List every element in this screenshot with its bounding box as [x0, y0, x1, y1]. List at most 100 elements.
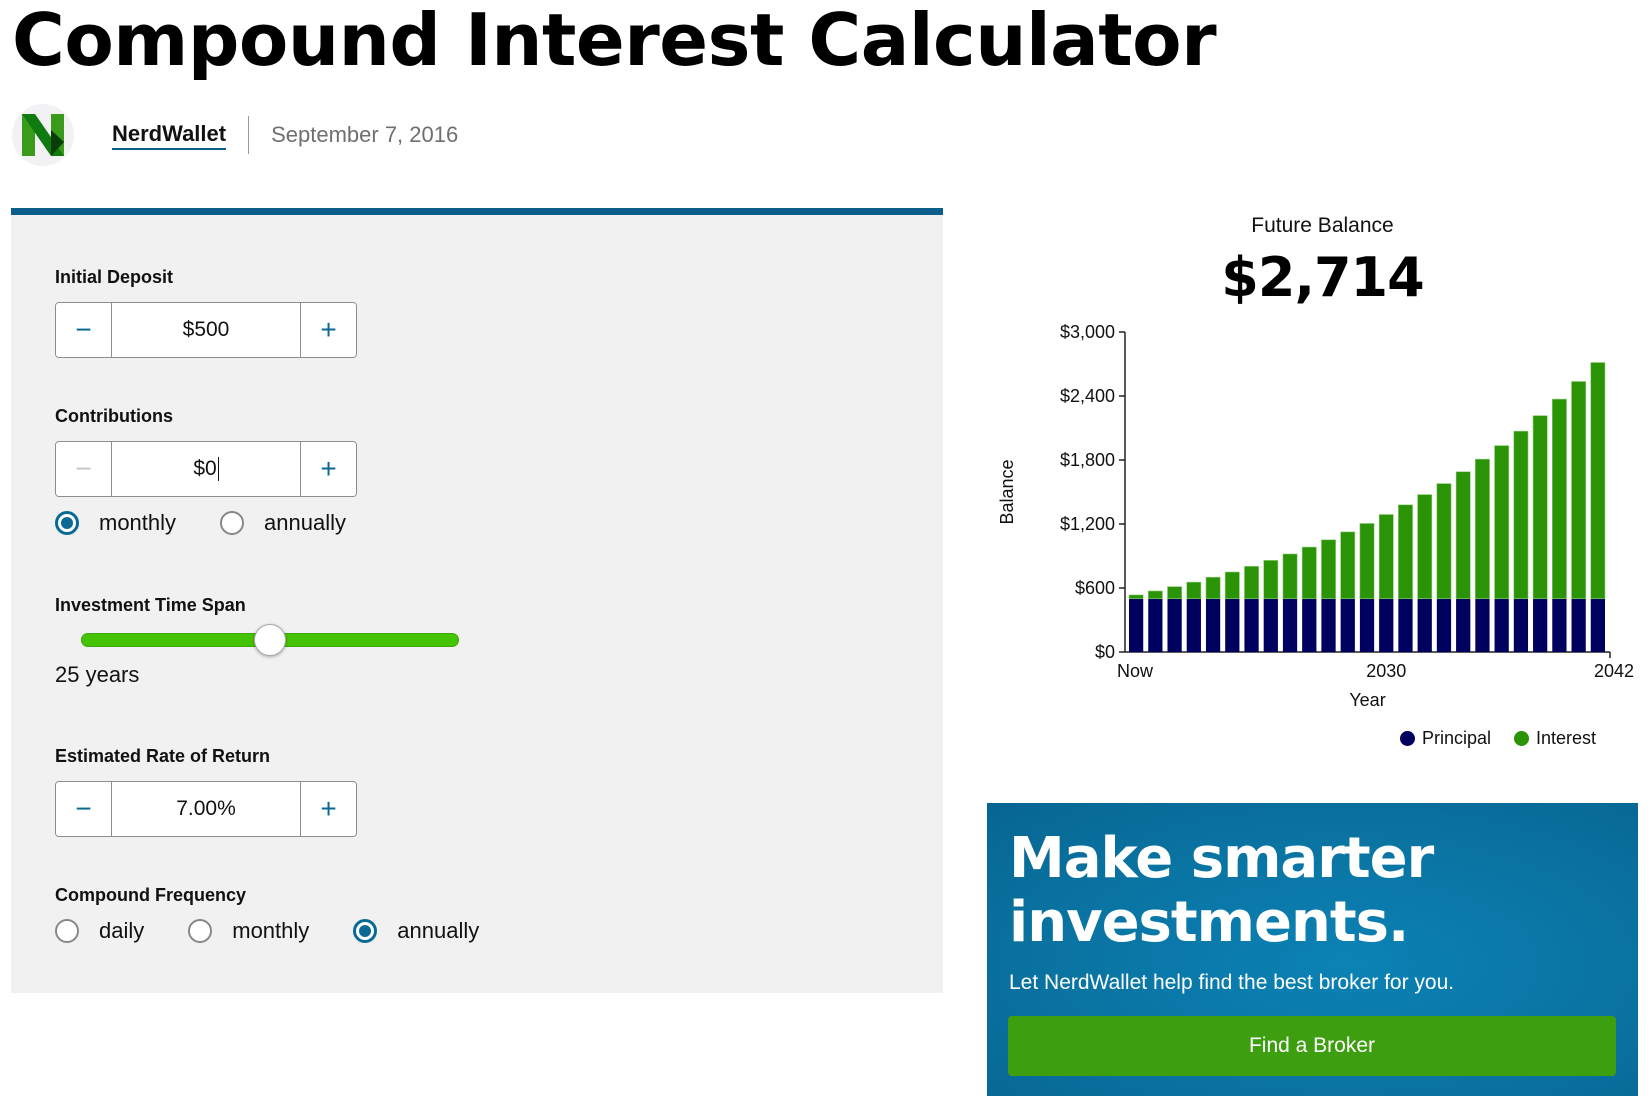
legend-principal-swatch: [1400, 731, 1415, 746]
bar-principal: [1340, 598, 1355, 652]
bar-principal: [1571, 598, 1586, 652]
bar-principal: [1475, 598, 1490, 652]
bar-principal: [1513, 598, 1529, 652]
nerdwallet-n-icon: [22, 114, 64, 156]
initial-deposit-increment-button[interactable]: +: [301, 303, 356, 357]
bar-interest: [1378, 514, 1394, 599]
bar-interest: [1340, 531, 1356, 599]
byline: NerdWallet September 7, 2016: [12, 104, 458, 166]
bar-principal: [1359, 598, 1375, 652]
contributions-annually-radio[interactable]: [220, 511, 245, 535]
bar-principal: [1533, 598, 1548, 652]
bar-interest: [1224, 571, 1240, 599]
y-tick-label: $1,200: [1060, 514, 1115, 534]
bar-interest: [1513, 430, 1529, 599]
rate-of-return-label: Estimated Rate of Return: [55, 746, 271, 766]
bar-principal: [1225, 598, 1240, 652]
y-tick-label: $1,800: [1060, 450, 1115, 470]
text-cursor: [217, 457, 219, 481]
contributions-stepper: − $0 +: [55, 441, 357, 497]
x-tick-label: 2030: [1366, 661, 1406, 681]
balance-chart: $0 $600 $1,200 $1,800 $2,400 $3,000 Now 2030 204…: [997, 322, 1634, 710]
bar-interest: [1186, 581, 1202, 599]
bar-interest: [1167, 586, 1183, 599]
y-tick-label: $3,000: [1060, 322, 1115, 342]
promo-subtext: Let NerdWallet help find the best broker…: [1009, 971, 1455, 994]
compound-monthly-radio[interactable]: [188, 919, 213, 943]
bar-principal: [1321, 598, 1336, 652]
future-balance-value: $2,714: [1221, 246, 1424, 309]
bar-interest: [1282, 553, 1298, 599]
bar-principal: [1494, 598, 1509, 652]
bar-interest: [1494, 445, 1510, 599]
rate-increment-button[interactable]: +: [301, 782, 356, 836]
rate-of-return-stepper: − 7.00% +: [55, 781, 357, 837]
legend-principal-label: Principal: [1422, 728, 1492, 748]
broker-promo: Make smarter investments. Let NerdWallet…: [987, 803, 1638, 1096]
y-axis-title: Balance: [997, 459, 1017, 524]
bar-principal: [1263, 598, 1278, 652]
compound-daily-label[interactable]: daily: [99, 918, 144, 944]
calculator-panel: Initial Deposit − $500 + Contributions −…: [11, 208, 943, 993]
compound-monthly-label[interactable]: monthly: [232, 918, 309, 944]
contributions-value: $0: [193, 457, 217, 480]
bar-principal: [1302, 598, 1317, 652]
bar-principal: [1379, 598, 1394, 652]
promo-headline-line2: investments.: [1009, 890, 1409, 955]
contributions-annually-label[interactable]: annually: [264, 510, 346, 536]
bar-interest: [1436, 483, 1452, 599]
bar-interest: [1455, 471, 1471, 599]
bar-interest: [1321, 539, 1336, 599]
author-link[interactable]: NerdWallet: [112, 121, 227, 150]
contributions-monthly-radio[interactable]: [55, 511, 79, 535]
contributions-decrement-button[interactable]: −: [56, 442, 111, 496]
bar-principal: [1186, 598, 1201, 652]
bar-principal: [1417, 598, 1432, 652]
bar-principal: [1148, 598, 1163, 652]
bar-principal: [1398, 598, 1413, 652]
nerdwallet-logo: [12, 104, 74, 166]
promo-headline-line1: Make smarter: [1009, 826, 1434, 891]
time-span-label: Investment Time Span: [55, 595, 246, 615]
bar-principal: [1436, 598, 1452, 652]
y-tick-label: $0: [1095, 642, 1115, 662]
legend-interest-label: Interest: [1536, 728, 1597, 748]
bar-interest: [1205, 576, 1221, 599]
rate-decrement-button[interactable]: −: [56, 782, 111, 836]
bar-principal: [1456, 598, 1471, 652]
compound-daily-radio[interactable]: [55, 919, 79, 943]
bar-interest: [1398, 504, 1413, 599]
rate-of-return-input[interactable]: 7.00%: [111, 782, 301, 836]
compound-annually-radio[interactable]: [353, 919, 378, 943]
bar-interest: [1417, 494, 1433, 599]
time-span-value: 25 years: [55, 662, 140, 687]
contributions-increment-button[interactable]: +: [301, 442, 356, 496]
bar-interest: [1244, 566, 1259, 599]
x-tick-label: 2042: [1594, 661, 1634, 681]
bar-principal: [1590, 598, 1605, 652]
chart-legend: Principal Interest: [1400, 728, 1596, 749]
initial-deposit-label: Initial Deposit: [55, 267, 174, 287]
bar-interest: [1571, 381, 1587, 599]
future-balance-label: Future Balance: [1251, 214, 1394, 237]
bar-principal: [1129, 598, 1144, 652]
bar-principal: [1282, 598, 1298, 652]
bar-interest: [1263, 560, 1279, 599]
x-tick-label: Now: [1117, 661, 1154, 681]
byline-divider: [248, 116, 250, 154]
time-span-slider-thumb[interactable]: [254, 624, 286, 656]
compound-frequency-group: daily monthly annually: [55, 918, 479, 944]
find-broker-button[interactable]: Find a Broker: [1008, 1016, 1616, 1076]
initial-deposit-decrement-button[interactable]: −: [56, 303, 111, 357]
bar-principal: [1552, 598, 1567, 652]
y-tick-label: $2,400: [1060, 386, 1115, 406]
contributions-monthly-label[interactable]: monthly: [99, 510, 176, 536]
contributions-input[interactable]: $0: [111, 442, 301, 496]
compound-frequency-label: Compound Frequency: [55, 885, 247, 905]
bar-interest: [1475, 458, 1490, 599]
x-axis-title: Year: [1349, 690, 1385, 710]
page-title: Compound Interest Calculator: [12, 0, 1217, 82]
compound-annually-label[interactable]: annually: [397, 918, 479, 944]
initial-deposit-input[interactable]: $500: [111, 303, 301, 357]
bar-interest: [1128, 594, 1144, 599]
